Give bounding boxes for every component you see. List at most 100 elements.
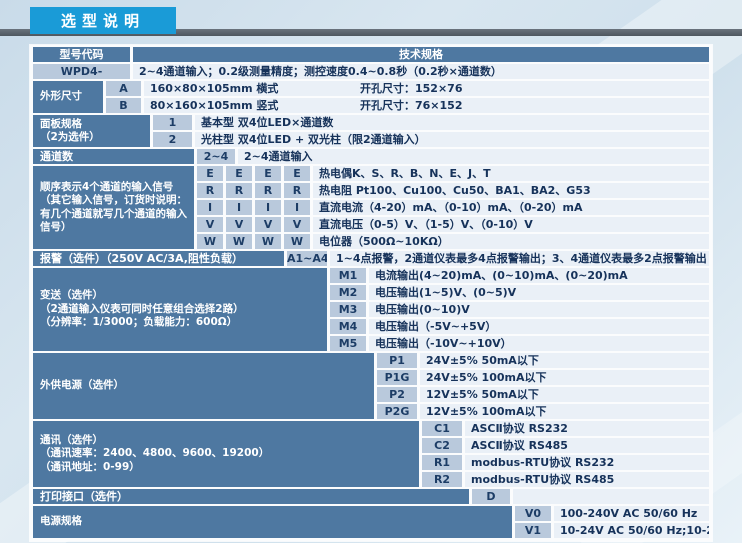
input-desc-w: 电位器（500Ω~10KΩ） — [313, 234, 709, 249]
dimension-size-a: 160×80×105mm 横式 — [150, 81, 360, 96]
channels-label: 通道数 — [33, 149, 194, 164]
ext-power-code-p1: P1 — [377, 353, 417, 368]
dimension-desc-a: 160×80×105mm 横式 开孔尺寸：152×76 — [144, 81, 709, 96]
transmit-code-m3: M3 — [330, 302, 366, 317]
selection-table: 型号代码 技术规格 WPD4- 2~4通道输入；0.2级测量精度；测控速度0.4… — [30, 45, 712, 541]
table-header-row: 型号代码 技术规格 — [33, 47, 709, 62]
input-signals-label-line1: 顺序表示4个通道的输入信号 — [40, 181, 194, 195]
table-row: W W W W 电位器（500Ω~10KΩ） — [197, 234, 709, 249]
input-code-w: W — [255, 234, 281, 249]
table-row: M1 电流输出(4~20)mA、(0~10)mA、(0~20)mA — [330, 268, 709, 283]
ext-power-rows: P1 24V±5% 50mA以下 P1G 24V±5% 100mA以下 P2 1… — [377, 353, 709, 419]
dimension-desc-b: 80×160×105mm 竖式 开孔尺寸：76×152 — [144, 98, 709, 113]
ext-power-code-p2: P2 — [377, 387, 417, 402]
print-desc — [513, 489, 709, 504]
table-row: 2 光柱型 双4位LED + 双光柱（限2通道输入） — [153, 132, 709, 147]
panel-desc-1: 基本型 双4位LED×通道数 — [195, 115, 709, 130]
transmit-code-m2: M2 — [330, 285, 366, 300]
input-signals-section: 顺序表示4个通道的输入信号 （其它输入信号，订货时说明： 有几个通道就写几个通道… — [33, 166, 709, 249]
dimension-cutout-b: 开孔尺寸：76×152 — [360, 98, 463, 113]
panel-desc-2: 光柱型 双4位LED + 双光柱（限2通道输入） — [195, 132, 709, 147]
input-code-i: I — [255, 200, 281, 215]
channels-row: 通道数 2~4 2~4通道输入 — [33, 149, 709, 164]
dimensions-section: 外形尺寸 A 160×80×105mm 横式 开孔尺寸：152×76 B 80×… — [33, 81, 709, 113]
dimension-size-b: 80×160×105mm 竖式 — [150, 98, 360, 113]
table-row: 1 基本型 双4位LED×通道数 — [153, 115, 709, 130]
table-row: R R R R 热电阻 Pt100、Cu100、Cu50、BA1、BA2、G53 — [197, 183, 709, 198]
transmit-desc-m3: 电压输出(0~10)V — [369, 302, 709, 317]
model-prefix-cell: WPD4- — [33, 64, 130, 79]
power-desc-v0: 100-240V AC 50/60 Hz — [554, 506, 709, 521]
input-signals-label-line3: 有几个通道就写几个通道的输入 — [40, 208, 194, 222]
input-code-v: V — [284, 217, 310, 232]
panel-label-line1: 面板规格 — [40, 118, 150, 132]
channels-desc: 2~4通道输入 — [238, 149, 709, 164]
table-row: B 80×160×105mm 竖式 开孔尺寸：76×152 — [106, 98, 709, 113]
input-code-r: R — [255, 183, 281, 198]
alarm-code: A1~A4 — [287, 251, 327, 266]
comm-code-c2: C2 — [422, 438, 462, 453]
power-desc-v1: 10-24V AC 50/60 Hz;10-24V DC — [554, 523, 709, 538]
power-spec-section: 电源规格 V0 100-240V AC 50/60 Hz V1 10-24V A… — [33, 506, 709, 538]
dimensions-label: 外形尺寸 — [33, 81, 103, 113]
transmit-desc-m2: 电压输出(1~5)V、(0~5)V — [369, 285, 709, 300]
table-row: P2 12V±5% 50mA以下 — [377, 387, 709, 402]
transmit-label: 变送（选件） （2通道输入仪表可同时任意组合选择2路） （分辨率：1/3000；… — [33, 268, 327, 351]
dimension-cutout-a: 开孔尺寸：152×76 — [360, 81, 463, 96]
dimensions-label-text: 外形尺寸 — [40, 90, 103, 104]
transmit-rows: M1 电流输出(4~20)mA、(0~10)mA、(0~20)mA M2 电压输… — [330, 268, 709, 351]
transmit-label-line1: 变送（选件） — [40, 289, 327, 303]
table-row: A 160×80×105mm 横式 开孔尺寸：152×76 — [106, 81, 709, 96]
model-desc: 2~4通道输入；0.2级测量精度；测控速度0.4~0.8秒（0.2秒×通道数） — [133, 64, 709, 79]
input-code-e: E — [226, 166, 252, 181]
table-row: E E E E 热电偶K、S、R、B、N、E、J、T — [197, 166, 709, 181]
input-code-w: W — [197, 234, 223, 249]
ext-power-code-p1g: P1G — [377, 370, 417, 385]
input-signals-label: 顺序表示4个通道的输入信号 （其它输入信号，订货时说明： 有几个通道就写几个通道… — [33, 166, 194, 249]
ext-power-desc-p2: 12V±5% 50mA以下 — [420, 387, 709, 402]
input-desc-r: 热电阻 Pt100、Cu100、Cu50、BA1、BA2、G53 — [313, 183, 709, 198]
input-code-e: E — [255, 166, 281, 181]
comm-label: 通讯（选件） （通讯速率：2400、4800、9600、19200） （通讯地址… — [33, 421, 419, 487]
table-row: R2 modbus-RTU协议 RS485 — [422, 472, 709, 487]
input-code-i: I — [284, 200, 310, 215]
transmit-desc-m5: 电压输出（-10V~+10V） — [369, 336, 709, 351]
transmit-section: 变送（选件） （2通道输入仪表可同时任意组合选择2路） （分辨率：1/3000；… — [33, 268, 709, 351]
input-signals-label-line4: 信号） — [40, 221, 194, 235]
ext-power-desc-p1g: 24V±5% 100mA以下 — [420, 370, 709, 385]
power-code-v1: V1 — [515, 523, 551, 538]
print-row: 打印接口（选件） D — [33, 489, 709, 504]
input-code-i: I — [197, 200, 223, 215]
input-code-e: E — [197, 166, 223, 181]
panel-code-1: 1 — [153, 115, 192, 130]
panel-section: 面板规格 （2为选件） 1 基本型 双4位LED×通道数 2 光柱型 双4位LE… — [33, 115, 709, 147]
comm-rows: C1 ASCⅡ协议 RS232 C2 ASCⅡ协议 RS485 R1 modbu… — [422, 421, 709, 487]
ext-power-desc-p1: 24V±5% 50mA以下 — [420, 353, 709, 368]
comm-desc-c1: ASCⅡ协议 RS232 — [465, 421, 709, 436]
comm-section: 通讯（选件） （通讯速率：2400、4800、9600、19200） （通讯地址… — [33, 421, 709, 487]
print-code: D — [472, 489, 510, 504]
model-code-header: 型号代码 — [33, 47, 130, 62]
panel-label-line2: （2为选件） — [40, 131, 150, 145]
input-code-r: R — [284, 183, 310, 198]
table-row: M5 电压输出（-10V~+10V） — [330, 336, 709, 351]
dimension-code-a: A — [106, 81, 141, 96]
table-row: V V V V 直流电压（0-5）V、（1-5）V、（0-10）V — [197, 217, 709, 232]
table-row: I I I I 直流电流（4-20）mA、（0-10）mA、（0-20）mA — [197, 200, 709, 215]
panel-rows: 1 基本型 双4位LED×通道数 2 光柱型 双4位LED + 双光柱（限2通道… — [153, 115, 709, 147]
power-spec-rows: V0 100-240V AC 50/60 Hz V1 10-24V AC 50/… — [515, 506, 709, 538]
ext-power-code-p2g: P2G — [377, 404, 417, 419]
channels-code: 2~4 — [197, 149, 235, 164]
comm-label-line2: （通讯速率：2400、4800、9600、19200） — [40, 447, 419, 461]
input-code-r: R — [226, 183, 252, 198]
alarm-label: 报警（选件）（250V AC/3A,阻性负载） — [33, 251, 284, 266]
input-code-w: W — [226, 234, 252, 249]
table-row: C2 ASCⅡ协议 RS485 — [422, 438, 709, 453]
panel-label: 面板规格 （2为选件） — [33, 115, 150, 147]
table-row: V0 100-240V AC 50/60 Hz — [515, 506, 709, 521]
transmit-desc-m1: 电流输出(4~20)mA、(0~10)mA、(0~20)mA — [369, 268, 709, 283]
tech-spec-header: 技术规格 — [133, 47, 709, 62]
transmit-code-m5: M5 — [330, 336, 366, 351]
ext-power-section: 外供电源（选件） P1 24V±5% 50mA以下 P1G 24V±5% 100… — [33, 353, 709, 419]
table-row: V1 10-24V AC 50/60 Hz;10-24V DC — [515, 523, 709, 538]
